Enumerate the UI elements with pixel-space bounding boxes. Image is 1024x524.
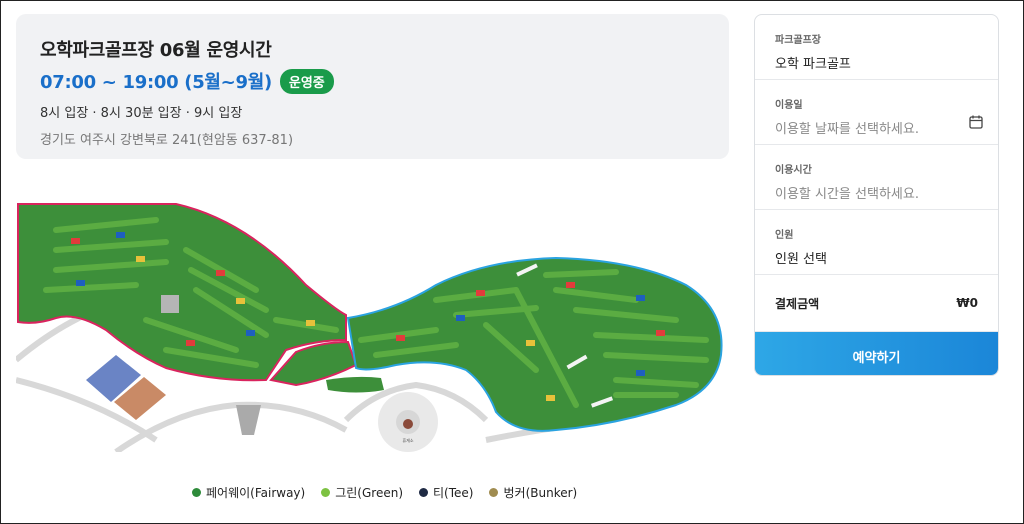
roundabout: [378, 392, 438, 452]
legend-tee: 티(Tee): [419, 484, 473, 501]
status-badge: 운영중: [279, 68, 334, 94]
calendar-icon[interactable]: [968, 114, 984, 130]
course-field-label: 파크골프장: [775, 35, 821, 46]
green-dot-icon: [321, 488, 331, 497]
course-field-value: 오학 파크골프: [775, 57, 851, 72]
people-field[interactable]: 인원 인원 선택: [755, 210, 998, 275]
building: [236, 405, 261, 435]
people-field-value: 인원 선택: [775, 252, 827, 267]
booking-panel: 파크골프장 오학 파크골프 이용일 이용할 날짜를 선택하세요. 이용시간 이용…: [754, 14, 999, 376]
course-field[interactable]: 파크골프장 오학 파크골프: [755, 15, 998, 80]
people-field-label: 인원: [775, 230, 794, 241]
payment-label: 결제금액: [775, 296, 820, 311]
date-field[interactable]: 이용일 이용할 날짜를 선택하세요.: [755, 80, 998, 145]
map-building-label: 휴게소: [402, 437, 413, 443]
map-legend: 페어웨이(Fairway) 그린(Green) 티(Tee) 벙커(Bunker…: [192, 484, 577, 501]
legend-green-label: 그린(Green): [335, 486, 404, 500]
reserve-button[interactable]: 예약하기: [755, 332, 998, 375]
tee-dot-icon: [419, 488, 429, 497]
legend-bunker-label: 벙커(Bunker): [503, 486, 578, 500]
time-field-placeholder: 이용할 시간을 선택하세요.: [775, 187, 919, 202]
entry-times: 8시 입장 · 8시 30분 입장 · 9시 입장: [40, 106, 243, 121]
course-info-card: 오학파크골프장 06월 운영시간 07:00 ~ 19:00 (5월~9월) 운…: [16, 14, 729, 159]
fairway-dot-icon: [192, 488, 201, 497]
legend-fairway: 페어웨이(Fairway): [192, 484, 305, 501]
bunker-dot-icon: [489, 488, 499, 497]
date-field-label: 이용일: [775, 100, 803, 111]
course-map: 휴게소: [16, 203, 723, 452]
time-field[interactable]: 이용시간 이용할 시간을 선택하세요.: [755, 145, 998, 210]
time-field-label: 이용시간: [775, 165, 812, 176]
legend-green: 그린(Green): [321, 484, 403, 501]
operating-hours: 07:00 ~ 19:00 (5월~9월): [40, 72, 272, 93]
legend-bunker: 벙커(Bunker): [489, 484, 577, 501]
payment-row: 결제금액 ₩0: [755, 275, 998, 332]
address: 경기도 여주시 강변북로 241(현암동 637-81): [40, 133, 294, 148]
hours-row: 07:00 ~ 19:00 (5월~9월) 운영중: [40, 68, 705, 94]
date-field-placeholder: 이용할 날짜를 선택하세요.: [775, 122, 919, 137]
map-pad: [161, 295, 179, 313]
legend-fairway-label: 페어웨이(Fairway): [206, 486, 306, 500]
lower-course-area: [326, 376, 384, 393]
payment-amount: ₩0: [956, 296, 978, 310]
legend-tee-label: 티(Tee): [433, 486, 474, 500]
page-title: 오학파크골프장 06월 운영시간: [40, 40, 272, 61]
